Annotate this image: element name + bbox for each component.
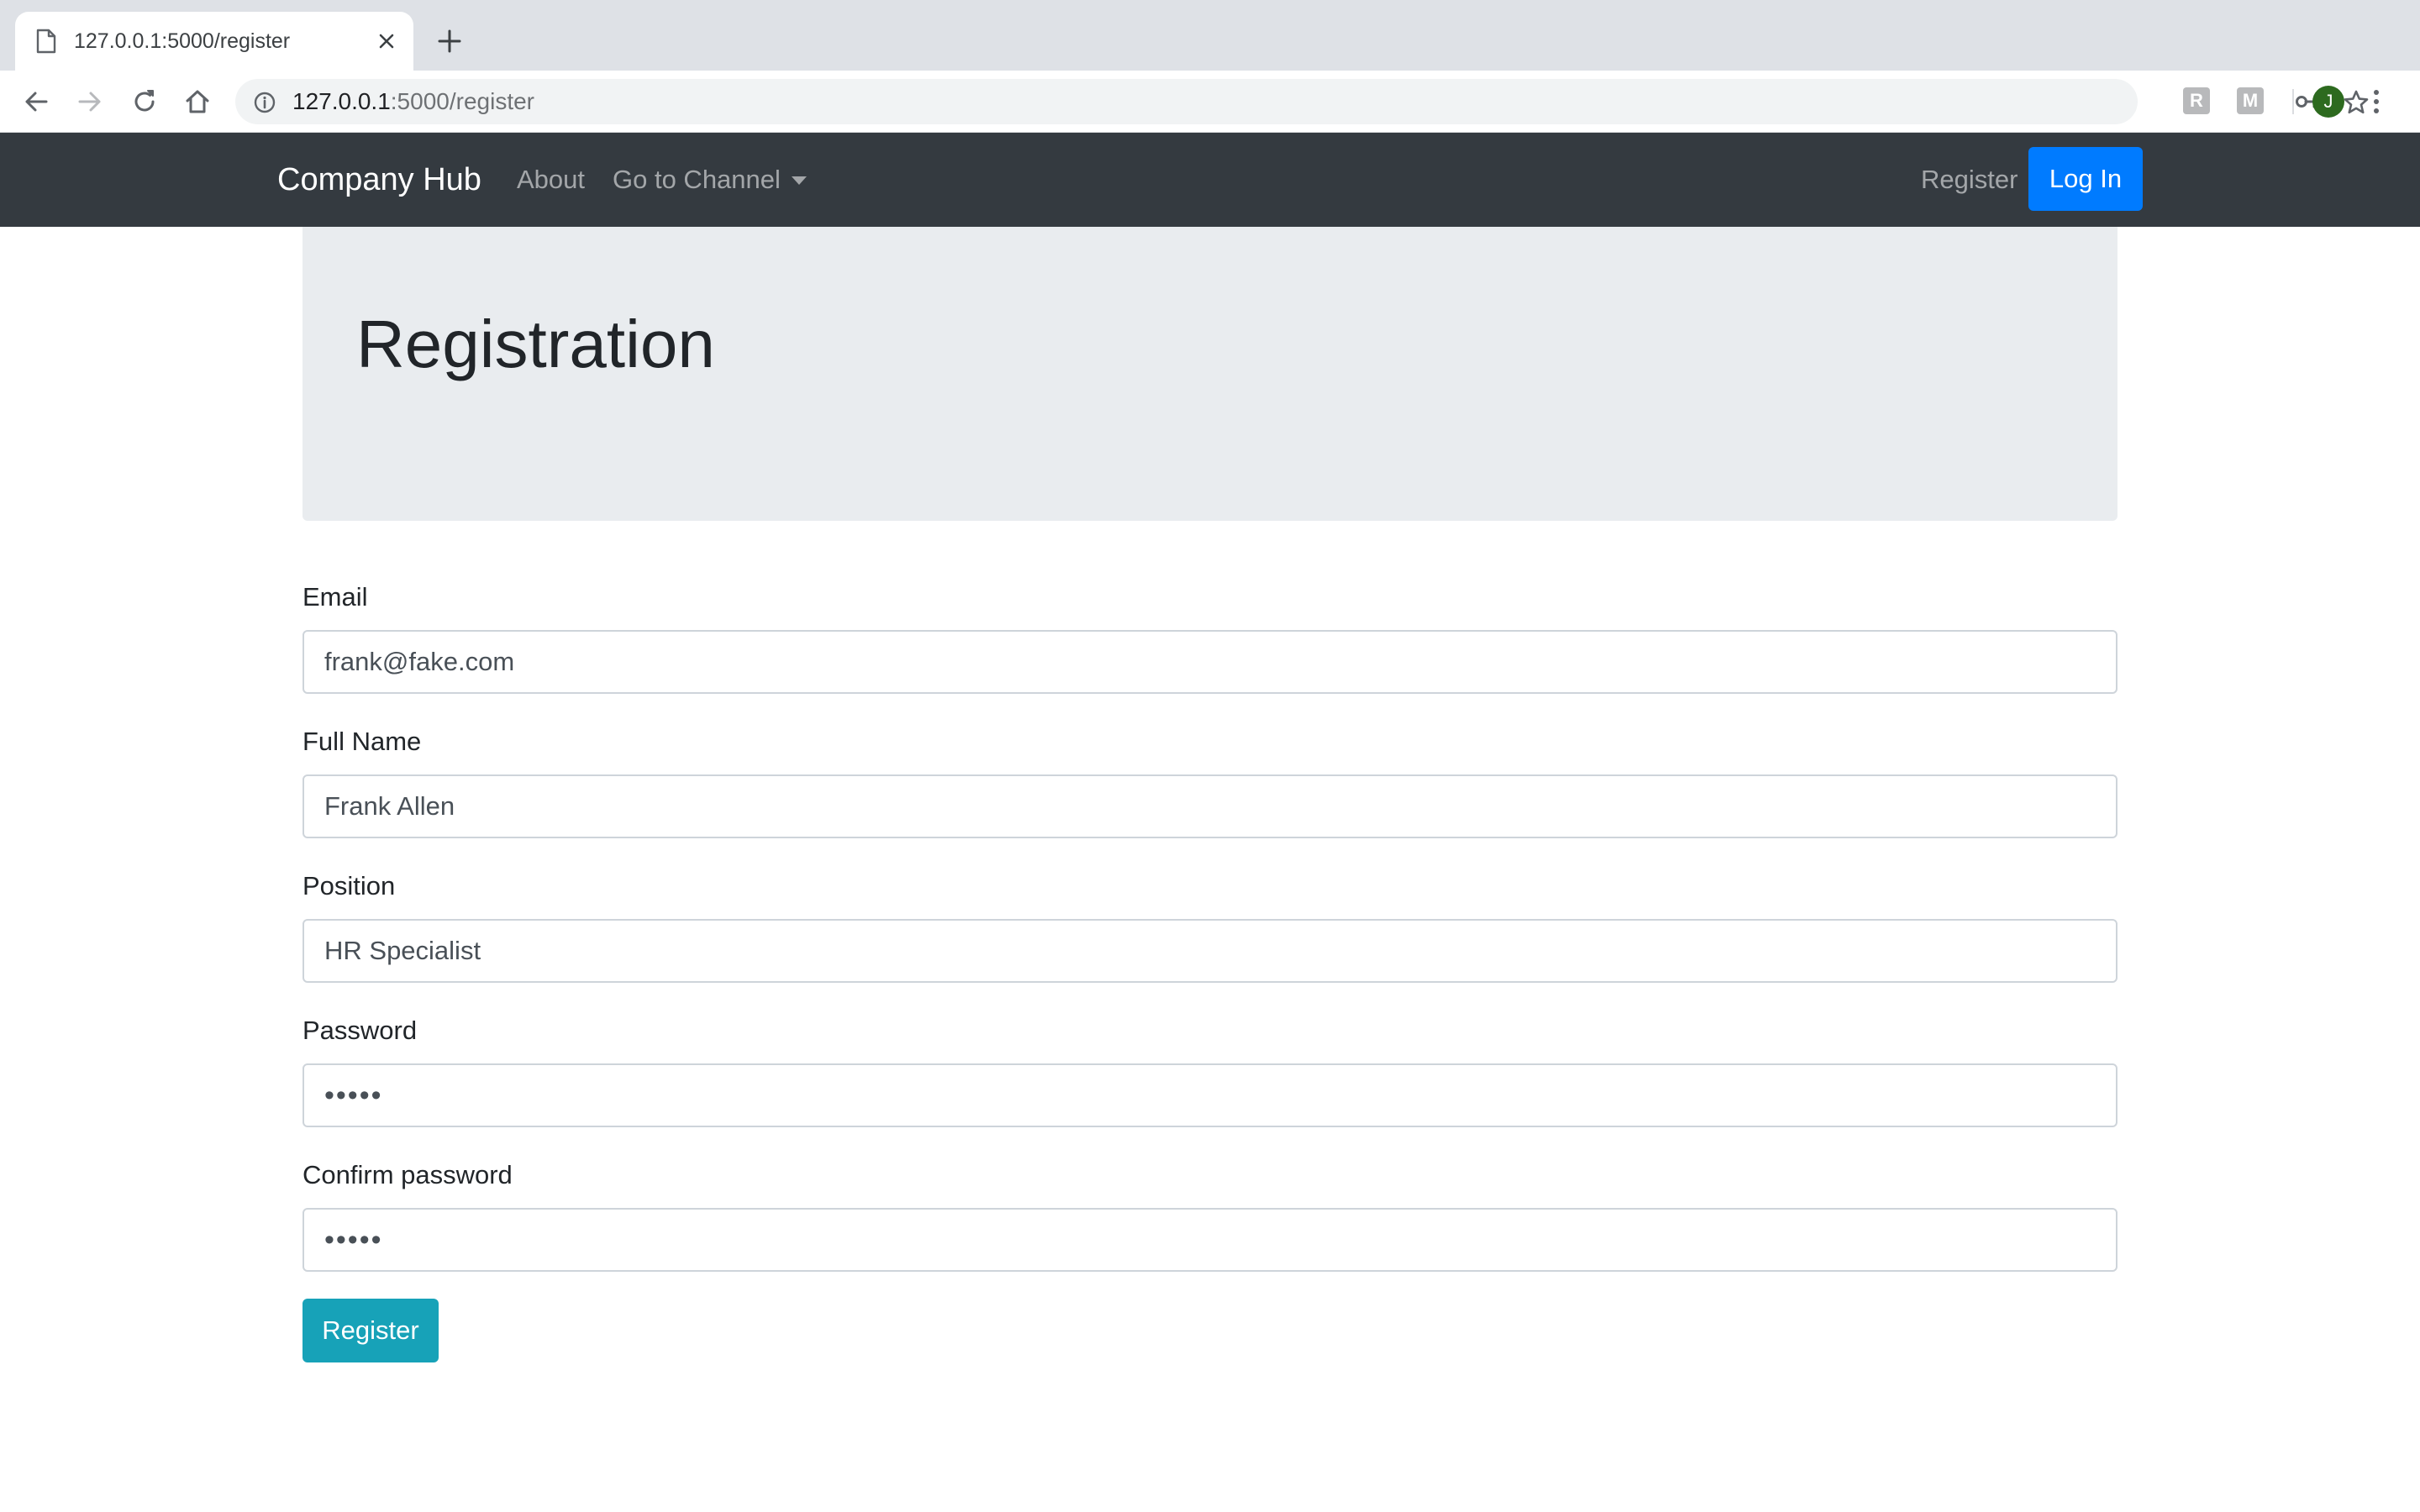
plus-icon[interactable] [437, 29, 462, 54]
full-name-label: Full Name [302, 727, 422, 756]
url-text: 127.0.0.1:5000/register [292, 79, 534, 124]
nav-link-about[interactable]: About [517, 133, 585, 227]
browser-toolbar: 127.0.0.1:5000/register R M J [0, 71, 2420, 133]
page-icon [35, 29, 57, 54]
password-label: Password [302, 1016, 418, 1045]
address-bar[interactable]: 127.0.0.1:5000/register [235, 79, 2369, 124]
nav-link-register[interactable]: Register [1921, 133, 2018, 227]
extension-icon[interactable]: R [2183, 87, 2210, 114]
back-arrow-icon[interactable] [22, 87, 50, 116]
star-icon[interactable] [2343, 89, 2370, 116]
nav-dropdown-channel[interactable]: Go to Channel [613, 133, 781, 227]
caret-down-icon[interactable] [792, 176, 807, 185]
full-name-field[interactable] [302, 774, 2118, 838]
forward-arrow-icon[interactable] [76, 87, 104, 116]
url-path: :5000/register [390, 88, 534, 114]
browser-tab-strip: 127.0.0.1:5000/register [0, 0, 2420, 71]
confirm-password-label: Confirm password [302, 1160, 513, 1189]
more-vertical-icon[interactable] [2371, 87, 2381, 116]
register-submit-button[interactable]: Register [302, 1299, 439, 1362]
login-button[interactable]: Log In [2028, 147, 2143, 211]
position-label: Position [302, 871, 396, 900]
password-field[interactable] [302, 1063, 2118, 1127]
confirm-password-field[interactable] [302, 1208, 2118, 1272]
tab-title: 127.0.0.1:5000/register [74, 29, 291, 53]
close-icon[interactable] [376, 31, 397, 51]
page-header: Registration [302, 227, 2118, 521]
toolbar-divider [2292, 89, 2294, 114]
browser-tab[interactable]: 127.0.0.1:5000/register [15, 12, 413, 71]
position-field[interactable] [302, 919, 2118, 983]
email-label: Email [302, 582, 368, 612]
extension-icon[interactable]: M [2237, 87, 2264, 114]
site-navbar: Company Hub About Go to Channel Register… [0, 133, 2420, 227]
reload-icon[interactable] [130, 87, 159, 116]
profile-avatar[interactable]: J [2312, 86, 2344, 118]
url-host: 127.0.0.1 [292, 88, 391, 114]
info-icon[interactable] [254, 92, 276, 113]
email-field[interactable] [302, 630, 2118, 694]
brand-link[interactable]: Company Hub [277, 133, 481, 227]
page-title: Registration [356, 307, 715, 381]
home-icon[interactable] [183, 87, 212, 116]
